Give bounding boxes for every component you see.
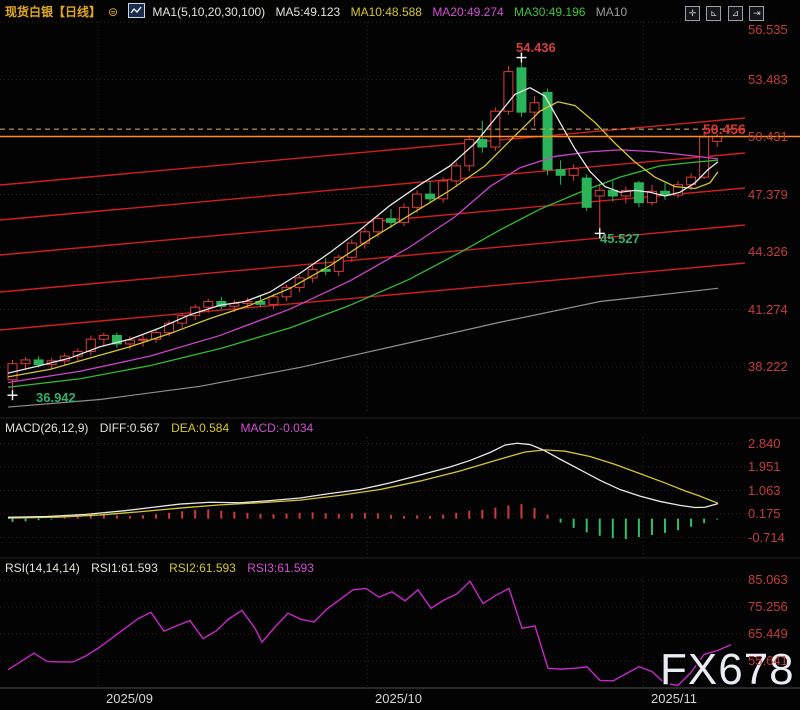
y-axis-label: 50.431 [748, 129, 788, 144]
ma30-value: MA30:49.196 [514, 5, 585, 19]
y-axis-label: 1.063 [748, 483, 781, 498]
y-axis-label: 56.535 [748, 22, 788, 37]
ma20-value: MA20:49.274 [432, 5, 503, 19]
chart-window: 现货白银【日线】 ⊜ MA1(5,10,20,30,100) MA5:49.123… [0, 0, 800, 710]
axis-scale-icon[interactable]: ⊾ [706, 6, 721, 21]
rsi2-value: RSI2:61.593 [169, 561, 236, 575]
chart-canvas[interactable] [0, 0, 800, 710]
indicator-chart-icon[interactable] [128, 3, 145, 18]
rsi3-value: RSI3:61.593 [247, 561, 314, 575]
y-axis-label: 75.256 [748, 599, 788, 614]
y-axis-label: 85.063 [748, 572, 788, 587]
y-axis-label: -0.714 [748, 530, 785, 545]
macd-header: MACD(26,12,9) DIFF:0.567 DEA:0.584 MACD:… [5, 421, 321, 435]
macd-dea-value: DEA:0.584 [171, 421, 229, 435]
y-axis-label: 53.483 [748, 72, 788, 87]
y-axis-label: 1.951 [748, 459, 781, 474]
chart-toolbar: ✛ ⊾ ⊿ ⇥ [683, 3, 764, 21]
macd-params[interactable]: MACD(26,12,9) [5, 421, 88, 435]
y-axis-label: 41.274 [748, 302, 788, 317]
y-axis-label: 65.449 [748, 626, 788, 641]
crosshair-icon[interactable]: ✛ [685, 6, 700, 21]
ma5-value: MA5:49.123 [276, 5, 341, 19]
rsi-header: RSI(14,14,14) RSI1:61.593 RSI2:61.593 RS… [5, 561, 322, 575]
ma-settings-label[interactable]: MA1(5,10,20,30,100) [152, 5, 265, 19]
x-axis-label-sep: 2025/09 [106, 691, 153, 706]
exit-icon[interactable]: ⇥ [749, 6, 764, 21]
y-axis-label: 44.326 [748, 244, 788, 259]
rsi1-value: RSI1:61.593 [91, 561, 158, 575]
y-axis-label: 55.641 [748, 653, 788, 668]
x-axis-label-oct: 2025/10 [375, 691, 422, 706]
y-axis-label: 38.222 [748, 359, 788, 374]
ma10-value: MA10:48.588 [351, 5, 422, 19]
high-annotation: 54.436 [516, 40, 556, 55]
main-header: 现货白银【日线】 ⊜ MA1(5,10,20,30,100) MA5:49.123… [5, 3, 634, 20]
symbol-menu-icon[interactable]: ⊜ [108, 5, 118, 19]
current-price-label: 50.456 [703, 121, 746, 137]
ma-extra-value: MA10 [596, 5, 627, 19]
axis-zoom-icon[interactable]: ⊿ [728, 6, 743, 21]
symbol-title[interactable]: 现货白银【日线】 [5, 5, 101, 19]
macd-diff-value: DIFF:0.567 [100, 421, 160, 435]
start-low-annotation: 36.942 [36, 390, 76, 405]
rsi-params[interactable]: RSI(14,14,14) [5, 561, 80, 575]
low-annotation: 45.527 [600, 231, 640, 246]
macd-value: MACD:-0.034 [240, 421, 313, 435]
y-axis-label: 2.840 [748, 436, 781, 451]
y-axis-label: 47.379 [748, 187, 788, 202]
y-axis-label: 0.175 [748, 506, 781, 521]
